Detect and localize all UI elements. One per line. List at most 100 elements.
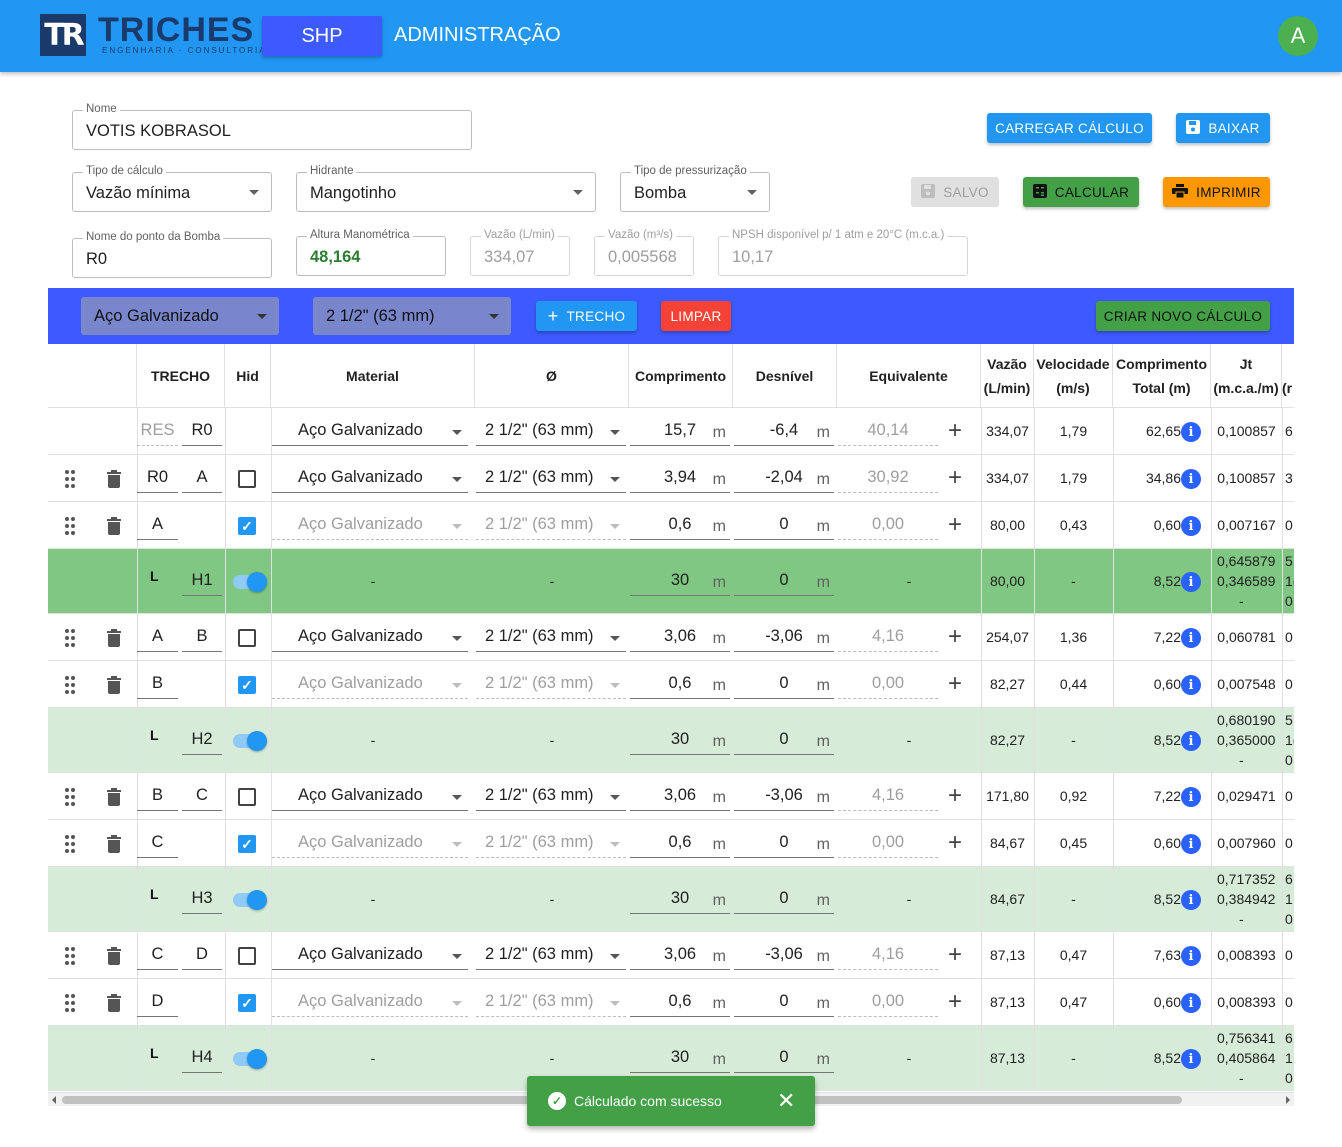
info-icon[interactable]: i <box>1181 731 1201 751</box>
desnivel-input[interactable]: -2,04 m <box>734 463 834 493</box>
hid-checkbox[interactable] <box>238 788 256 806</box>
diameter-select[interactable]: 2 1/2" (63 mm) <box>476 510 626 540</box>
info-icon[interactable]: i <box>1181 1049 1201 1069</box>
comprimento-input[interactable]: 30 m <box>630 884 730 914</box>
trecho-from-input[interactable]: A <box>137 622 178 652</box>
equivalente-input[interactable]: 0,00 <box>838 987 938 1017</box>
hid-checkbox-checked[interactable]: ✓ <box>238 517 256 535</box>
equivalente-input[interactable]: 0,00 <box>838 828 938 858</box>
desnivel-input[interactable]: -3,06 m <box>734 622 834 652</box>
col-hid[interactable]: Hid <box>225 344 271 408</box>
desnivel-input[interactable]: 0m <box>734 566 834 596</box>
col-jt[interactable]: Jt (m.c.a./m) <box>1211 344 1282 408</box>
comprimento-input[interactable]: 30 m <box>630 1043 730 1073</box>
comprimento-input[interactable]: 0,6 m <box>630 669 730 699</box>
col-diametro[interactable]: Ø <box>475 344 629 408</box>
delete-icon[interactable] <box>107 629 121 647</box>
material-select[interactable]: Aço Galvanizado <box>272 416 468 446</box>
info-icon[interactable]: i <box>1181 516 1201 536</box>
info-icon[interactable]: i <box>1181 890 1201 910</box>
default-material-select[interactable]: Aço Galvanizado <box>81 297 279 335</box>
info-icon[interactable]: i <box>1181 572 1201 592</box>
tipo-pressurizacao-select[interactable]: Tipo de pressurização Bomba <box>620 165 770 212</box>
delete-icon[interactable] <box>107 470 121 488</box>
desnivel-input[interactable]: 0m <box>734 669 834 699</box>
trecho-from-input[interactable]: B <box>137 781 178 811</box>
col-equivalente[interactable]: Equivalente <box>837 344 981 408</box>
delete-icon[interactable] <box>107 835 121 853</box>
desnivel-input[interactable]: 0m <box>734 725 834 755</box>
criar-novo-calculo-button[interactable]: CRIAR NOVO CÁLCULO <box>1096 301 1270 331</box>
desnivel-input[interactable]: 0m <box>734 510 834 540</box>
add-equivalent-icon[interactable]: + <box>948 625 962 649</box>
trecho-from-input[interactable]: RES <box>137 416 178 446</box>
comprimento-input[interactable]: 3,06 m <box>630 781 730 811</box>
hid-checkbox[interactable] <box>238 470 256 488</box>
default-diameter-select[interactable]: 2 1/2" (63 mm) <box>313 297 511 335</box>
comprimento-input[interactable]: 30 m <box>630 725 730 755</box>
drag-handle-icon[interactable] <box>65 517 77 535</box>
drag-handle-icon[interactable] <box>65 629 77 647</box>
col-desnivel[interactable]: Desnível <box>733 344 837 408</box>
comprimento-input[interactable]: 0,6 m <box>630 828 730 858</box>
close-icon[interactable]: ✕ <box>777 1088 795 1114</box>
delete-icon[interactable] <box>107 676 121 694</box>
trecho-to-input[interactable]: R0 <box>182 416 222 446</box>
drag-handle-icon[interactable] <box>65 676 77 694</box>
diameter-select[interactable]: 2 1/2" (63 mm) <box>476 781 626 811</box>
trecho-from-input[interactable]: R0 <box>137 463 178 493</box>
hydrant-name-input[interactable]: H4 <box>182 1043 222 1073</box>
salvo-button[interactable]: SALVO <box>911 177 999 207</box>
comprimento-input[interactable]: 3,06 m <box>630 940 730 970</box>
trecho-from-input[interactable]: C <box>137 940 178 970</box>
trecho-from-input[interactable]: B <box>137 669 178 699</box>
add-equivalent-icon[interactable]: + <box>948 672 962 696</box>
desnivel-input[interactable]: -6,4 m <box>734 416 834 446</box>
col-vazao[interactable]: Vazão (L/min) <box>981 344 1034 408</box>
nome-field[interactable]: Nome VOTIS KOBRASOL <box>72 103 472 150</box>
delete-icon[interactable] <box>107 947 121 965</box>
drag-handle-icon[interactable] <box>65 947 77 965</box>
info-icon[interactable]: i <box>1181 993 1201 1013</box>
hidrante-select[interactable]: Hidrante Mangotinho <box>296 165 596 212</box>
hydrant-toggle[interactable] <box>233 572 267 592</box>
add-equivalent-icon[interactable]: + <box>948 513 962 537</box>
nav-shp-button[interactable]: SHP <box>262 16 382 56</box>
hid-checkbox[interactable] <box>238 947 256 965</box>
drag-handle-icon[interactable] <box>65 470 77 488</box>
drag-handle-icon[interactable] <box>65 994 77 1012</box>
desnivel-input[interactable]: 0m <box>734 828 834 858</box>
delete-icon[interactable] <box>107 994 121 1012</box>
imprimir-button[interactable]: IMPRIMIR <box>1163 177 1270 207</box>
diameter-select[interactable]: 2 1/2" (63 mm) <box>476 669 626 699</box>
diameter-select[interactable]: 2 1/2" (63 mm) <box>476 622 626 652</box>
desnivel-input[interactable]: 0m <box>734 987 834 1017</box>
user-avatar[interactable]: A <box>1278 16 1318 56</box>
trecho-to-input[interactable]: A <box>182 463 222 493</box>
ponto-bomba-field[interactable]: Nome do ponto da Bomba R0 <box>72 231 272 278</box>
comprimento-input[interactable]: 15,7 m <box>630 416 730 446</box>
baixar-button[interactable]: BAIXAR <box>1176 113 1270 143</box>
material-select[interactable]: Aço Galvanizado <box>272 987 468 1017</box>
nav-administracao-link[interactable]: ADMINISTRAÇÃO <box>394 24 561 47</box>
trecho-from-input[interactable]: C <box>137 828 178 858</box>
material-select[interactable]: Aço Galvanizado <box>272 463 468 493</box>
drag-handle-icon[interactable] <box>65 835 77 853</box>
diameter-select[interactable]: 2 1/2" (63 mm) <box>476 463 626 493</box>
equivalente-input[interactable]: 4,16 <box>838 781 938 811</box>
material-select[interactable]: Aço Galvanizado <box>272 622 468 652</box>
desnivel-input[interactable]: -3,06 m <box>734 940 834 970</box>
hydrant-toggle[interactable] <box>233 731 267 751</box>
desnivel-input[interactable]: 0m <box>734 1043 834 1073</box>
material-select[interactable]: Aço Galvanizado <box>272 781 468 811</box>
add-equivalent-icon[interactable]: + <box>948 943 962 967</box>
col-material[interactable]: Material <box>271 344 475 408</box>
diameter-select[interactable]: 2 1/2" (63 mm) <box>476 416 626 446</box>
comprimento-input[interactable]: 30 m <box>630 566 730 596</box>
trecho-to-input[interactable]: B <box>182 622 222 652</box>
info-icon[interactable]: i <box>1181 675 1201 695</box>
info-icon[interactable]: i <box>1181 628 1201 648</box>
info-icon[interactable]: i <box>1181 946 1201 966</box>
add-equivalent-icon[interactable]: + <box>948 990 962 1014</box>
info-icon[interactable]: i <box>1181 422 1201 442</box>
